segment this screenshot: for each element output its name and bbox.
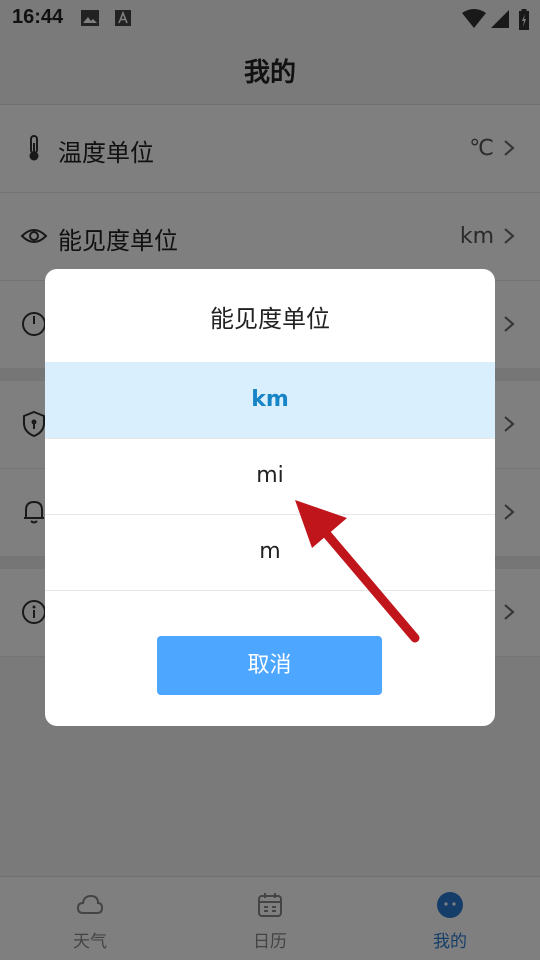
dialog-title: 能见度单位	[210, 305, 330, 333]
option-mi[interactable]: mi	[45, 438, 495, 515]
cancel-button[interactable]: 取消	[157, 636, 382, 695]
option-m[interactable]: m	[45, 514, 495, 591]
visibility-unit-dialog: 能见度单位 km mi m 取消	[45, 269, 495, 726]
option-km[interactable]: km	[45, 362, 495, 439]
